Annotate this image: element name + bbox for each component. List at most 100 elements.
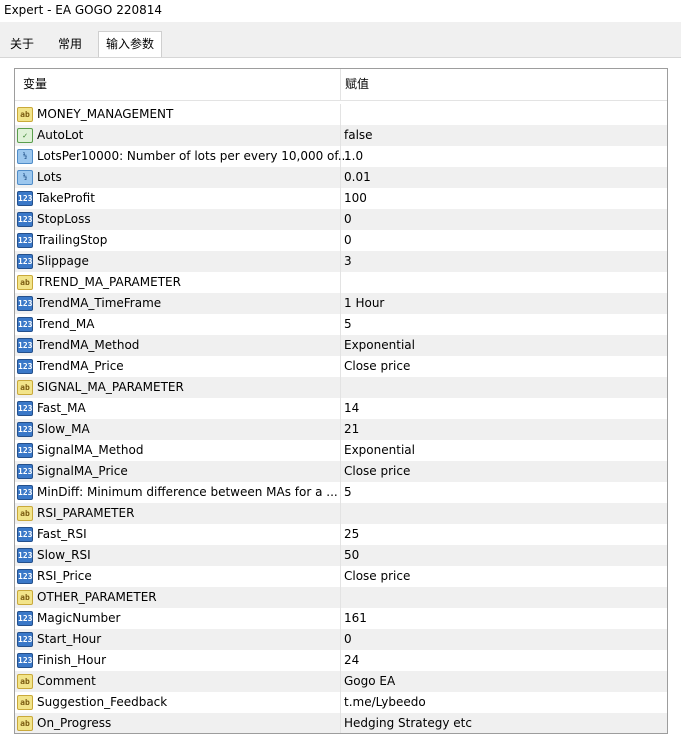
- parameter-name-cell: ab TREND_MA_PARAMETER: [15, 272, 341, 293]
- parameter-row[interactable]: ab TREND_MA_PARAMETER: [15, 272, 667, 293]
- parameter-row[interactable]: 123 SignalMA_Method Exponential: [15, 440, 667, 461]
- parameter-row[interactable]: 123 SignalMA_Price Close price: [15, 461, 667, 482]
- string-type-icon: ab: [17, 590, 33, 605]
- parameter-name: TakeProfit: [37, 191, 95, 205]
- parameter-value[interactable]: 5: [344, 317, 352, 331]
- parameter-row[interactable]: 123 TakeProfit 100: [15, 188, 667, 209]
- string-type-icon: ab: [17, 674, 33, 689]
- tab-common[interactable]: 常用: [46, 32, 94, 57]
- parameter-row[interactable]: 123 Slow_MA 21: [15, 419, 667, 440]
- parameter-value[interactable]: Exponential: [344, 443, 415, 457]
- parameter-name-cell: 123 RSI_Price: [15, 566, 341, 587]
- parameter-name: Slow_MA: [37, 422, 90, 436]
- parameter-row[interactable]: 123 MagicNumber 161: [15, 608, 667, 629]
- tab-about[interactable]: 关于: [2, 32, 42, 57]
- parameter-value[interactable]: t.me/Lybeedo: [344, 695, 426, 709]
- parameter-value[interactable]: 0.01: [344, 170, 371, 184]
- column-header-variable[interactable]: 变量: [23, 75, 47, 92]
- string-type-icon: ab: [17, 716, 33, 731]
- parameter-name-cell: 123 TakeProfit: [15, 188, 341, 209]
- parameter-row[interactable]: 123 Fast_MA 14: [15, 398, 667, 419]
- parameter-row[interactable]: 123 StopLoss 0: [15, 209, 667, 230]
- column-header-value[interactable]: 赋值: [345, 75, 369, 92]
- parameter-row[interactable]: ab MONEY_MANAGEMENT: [15, 104, 667, 125]
- parameter-name-cell: 123 Finish_Hour: [15, 650, 341, 671]
- parameter-row[interactable]: ½ LotsPer10000: Number of lots per every …: [15, 146, 667, 167]
- parameter-row[interactable]: 123 Fast_RSI 25: [15, 524, 667, 545]
- double-type-icon: ½: [17, 170, 33, 185]
- parameter-row[interactable]: ✓ AutoLot false: [15, 125, 667, 146]
- parameter-value[interactable]: 161: [344, 611, 367, 625]
- parameter-name: Lots: [37, 170, 62, 184]
- parameter-value[interactable]: 100: [344, 191, 367, 205]
- parameter-name-cell: 123 StopLoss: [15, 209, 341, 230]
- parameter-row[interactable]: 123 TrendMA_Price Close price: [15, 356, 667, 377]
- parameter-value[interactable]: 14: [344, 401, 359, 415]
- string-type-icon: ab: [17, 506, 33, 521]
- integer-type-icon: 123: [17, 527, 33, 542]
- boolean-type-icon: ✓: [17, 128, 33, 143]
- inputs-panel: 变量 赋值 ab MONEY_MANAGEMENT ✓ AutoLot false ½ Lo…: [0, 57, 681, 734]
- parameter-name: TREND_MA_PARAMETER: [37, 275, 181, 289]
- parameter-row[interactable]: 123 Finish_Hour 24: [15, 650, 667, 671]
- parameter-name: Trend_MA: [37, 317, 95, 331]
- parameter-row[interactable]: ½ Lots 0.01: [15, 167, 667, 188]
- parameter-value[interactable]: 24: [344, 653, 359, 667]
- parameter-row[interactable]: 123 TrailingStop 0: [15, 230, 667, 251]
- parameter-name-cell: 123 Slow_RSI: [15, 545, 341, 566]
- window-title: Expert - EA GOGO 220814: [0, 0, 681, 22]
- parameter-value[interactable]: 1 Hour: [344, 296, 384, 310]
- string-type-icon: ab: [17, 695, 33, 710]
- integer-type-icon: 123: [17, 212, 33, 227]
- parameter-row[interactable]: ab SIGNAL_MA_PARAMETER: [15, 377, 667, 398]
- string-type-icon: ab: [17, 380, 33, 395]
- parameter-value[interactable]: Hedging Strategy etc: [344, 716, 472, 730]
- parameter-value[interactable]: 1.0: [344, 149, 363, 163]
- parameter-value[interactable]: 0: [344, 233, 352, 247]
- parameter-value[interactable]: false: [344, 128, 373, 142]
- parameter-value[interactable]: 0: [344, 212, 352, 226]
- parameter-row[interactable]: 123 MinDiff: Minimum difference between M…: [15, 482, 667, 503]
- integer-type-icon: 123: [17, 548, 33, 563]
- parameter-value[interactable]: 50: [344, 548, 359, 562]
- column-divider[interactable]: [340, 69, 341, 101]
- parameter-row[interactable]: ab On_Progress Hedging Strategy etc: [15, 713, 667, 733]
- parameter-rows: ab MONEY_MANAGEMENT ✓ AutoLot false ½ LotsPer1…: [15, 104, 667, 733]
- parameter-value[interactable]: 0: [344, 632, 352, 646]
- parameter-value[interactable]: Close price: [344, 569, 410, 583]
- parameter-name: SIGNAL_MA_PARAMETER: [37, 380, 184, 394]
- parameter-value[interactable]: 5: [344, 485, 352, 499]
- integer-type-icon: 123: [17, 443, 33, 458]
- parameter-row[interactable]: 123 Slow_RSI 50: [15, 545, 667, 566]
- parameter-name: RSI_PARAMETER: [37, 506, 135, 520]
- parameter-name-cell: ab SIGNAL_MA_PARAMETER: [15, 377, 341, 398]
- parameter-value[interactable]: 21: [344, 422, 359, 436]
- integer-type-icon: 123: [17, 611, 33, 626]
- parameter-row[interactable]: 123 TrendMA_TimeFrame 1 Hour: [15, 293, 667, 314]
- parameter-row[interactable]: ab RSI_PARAMETER: [15, 503, 667, 524]
- parameter-row[interactable]: 123 RSI_Price Close price: [15, 566, 667, 587]
- parameter-row[interactable]: ab OTHER_PARAMETER: [15, 587, 667, 608]
- tab-bar: 关于 常用 输入参数: [0, 31, 681, 57]
- parameter-row[interactable]: 123 TrendMA_Method Exponential: [15, 335, 667, 356]
- tab-inputs[interactable]: 输入参数: [98, 31, 162, 57]
- parameter-name-cell: 123 Fast_RSI: [15, 524, 341, 545]
- parameter-value[interactable]: Close price: [344, 464, 410, 478]
- parameter-name-cell: ab Suggestion_Feedback: [15, 692, 341, 713]
- parameter-value[interactable]: 3: [344, 254, 352, 268]
- parameter-value[interactable]: 25: [344, 527, 359, 541]
- parameter-value[interactable]: Gogo EA: [344, 674, 395, 688]
- parameter-name-cell: 123 SignalMA_Method: [15, 440, 341, 461]
- parameter-row[interactable]: ab Comment Gogo EA: [15, 671, 667, 692]
- parameter-value[interactable]: Close price: [344, 359, 410, 373]
- parameter-name: TrendMA_TimeFrame: [37, 296, 162, 310]
- parameter-row[interactable]: 123 Slippage 3: [15, 251, 667, 272]
- parameter-row[interactable]: 123 Start_Hour 0: [15, 629, 667, 650]
- parameter-row[interactable]: ab Suggestion_Feedback t.me/Lybeedo: [15, 692, 667, 713]
- parameter-value[interactable]: Exponential: [344, 338, 415, 352]
- parameter-name: RSI_Price: [37, 569, 92, 583]
- integer-type-icon: 123: [17, 359, 33, 374]
- parameter-row[interactable]: 123 Trend_MA 5: [15, 314, 667, 335]
- integer-type-icon: 123: [17, 254, 33, 269]
- integer-type-icon: 123: [17, 296, 33, 311]
